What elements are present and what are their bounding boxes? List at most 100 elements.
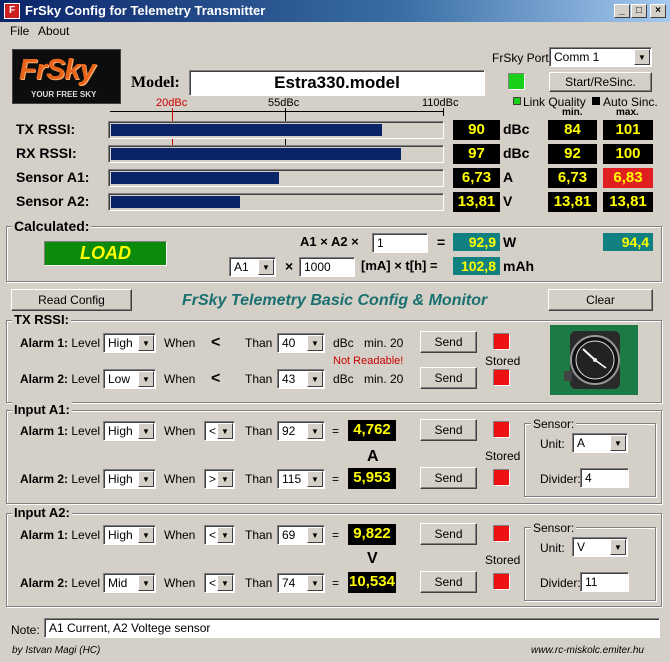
tx-rssi-alarm2-level-select[interactable]: Low ▼ [103, 369, 156, 389]
note-input[interactable]: A1 Current, A2 Voltege sensor [44, 618, 660, 638]
capacity-channel-value: A1 [234, 260, 249, 274]
port-select[interactable]: Comm 1 ▼ [549, 47, 652, 67]
input-a2-alarm2-than-select-value: 74 [282, 576, 296, 590]
input-a2-alarm1-operator-select[interactable]: < ▼ [204, 525, 235, 545]
model-name-field[interactable]: Estra330.model [189, 70, 485, 96]
chevron-down-icon[interactable]: ▼ [138, 371, 154, 387]
tx-rssi-alarm1-label: Alarm 1: Level [20, 336, 100, 350]
factor1-input[interactable]: 1 [372, 233, 428, 253]
reading-bar [108, 169, 444, 187]
input-a1-alarm1-when-label: When [164, 424, 196, 438]
reading-bar-fill [111, 172, 279, 184]
chevron-down-icon[interactable]: ▼ [307, 371, 323, 387]
input-a1-alarm1-operator-select[interactable]: < ▼ [204, 421, 235, 441]
chevron-down-icon[interactable]: ▼ [610, 539, 626, 555]
tx-rssi-alarm1-send-button[interactable]: Send [420, 331, 477, 353]
a1-divider-input[interactable]: 4 [580, 468, 629, 488]
tx-rssi-alarm1-level-select[interactable]: High ▼ [103, 333, 156, 353]
input-a1-alarm2-level-label: Level [71, 472, 101, 486]
input-a2-alarm1-than-label: Than [245, 528, 273, 542]
input-a2-alarm1-when-label: When [164, 528, 196, 542]
factor2-input[interactable]: 1000 [299, 257, 355, 277]
input-a1-alarm2-computed-value: 5,953 [348, 468, 396, 489]
chevron-down-icon[interactable]: ▼ [307, 471, 323, 487]
a1-unit-value: A [577, 436, 586, 450]
input-a2-alarm2-when-label: When [164, 576, 196, 590]
input-a1-alarm2-send-button[interactable]: Send [420, 467, 477, 489]
chevron-down-icon[interactable]: ▼ [138, 335, 154, 351]
input-a2-alarm2-operator-select[interactable]: < ▼ [204, 573, 235, 593]
clear-button[interactable]: Clear [548, 289, 653, 311]
capacity-channel-select[interactable]: A1 ▼ [229, 257, 276, 277]
a2-stored-label: Stored [485, 553, 521, 567]
tx-rssi-alarm1-than-select[interactable]: 40 ▼ [277, 333, 325, 353]
chevron-down-icon[interactable]: ▼ [217, 575, 233, 591]
input-a1-alarm1-than-select[interactable]: 92 ▼ [277, 421, 325, 441]
chevron-down-icon[interactable]: ▼ [610, 435, 626, 451]
menu-file[interactable]: File [10, 24, 29, 38]
chevron-down-icon[interactable]: ▼ [258, 259, 274, 275]
input-a2-alarm1-than-select[interactable]: 69 ▼ [277, 525, 325, 545]
input-a1-alarm2-than-select[interactable]: 115 ▼ [277, 469, 325, 489]
chevron-down-icon[interactable]: ▼ [217, 527, 233, 543]
chevron-down-icon[interactable]: ▼ [138, 471, 154, 487]
frsky-app-icon[interactable]: F [4, 3, 20, 19]
input-a2-alarm2-stored-indicator [493, 573, 510, 590]
input-a1-alarm2-eq: = [332, 472, 340, 486]
window-title: FrSky Config for Telemetry Transmitter [25, 3, 266, 18]
read-config-button[interactable]: Read Config [11, 289, 132, 311]
chevron-down-icon[interactable]: ▼ [307, 527, 323, 543]
menu-about[interactable]: About [38, 24, 69, 38]
tx-rssi-alarm1-than-select-value: 40 [282, 336, 296, 350]
chevron-down-icon[interactable]: ▼ [307, 423, 323, 439]
input-a1-alarm2-operator-select[interactable]: > ▼ [204, 469, 235, 489]
input-a1-alarm2-label: Alarm 2: Level [20, 472, 100, 486]
input-a2-alarm2-level-select[interactable]: Mid ▼ [103, 573, 156, 593]
maximize-button[interactable]: □ [631, 4, 647, 18]
input-a1-title: Input A1: [12, 402, 72, 417]
minimize-button[interactable]: _ [614, 4, 630, 18]
max-header: max. [616, 107, 639, 118]
input-a1-alarm1-level-select[interactable]: High ▼ [103, 421, 156, 441]
input-a1-alarm1-send-button[interactable]: Send [420, 419, 477, 441]
chevron-down-icon[interactable]: ▼ [634, 49, 650, 65]
input-a2-alarm1-send-button[interactable]: Send [420, 523, 477, 545]
a2-divider-input[interactable]: 11 [580, 572, 629, 592]
reading-bar-fill [111, 196, 240, 208]
a1-unit-select[interactable]: A ▼ [572, 433, 628, 453]
reading-max: 100 [603, 144, 653, 164]
resync-button[interactable]: Start/ReSinc. [549, 72, 652, 92]
reading-min: 84 [548, 120, 597, 140]
logo-brand: FrSky [19, 54, 96, 86]
chevron-down-icon[interactable]: ▼ [307, 335, 323, 351]
input-a2-alarm2-than-select[interactable]: 74 ▼ [277, 573, 325, 593]
a2-sensor-title: Sensor: [531, 521, 577, 535]
footer-author: by Istvan Magi (HC) [12, 645, 101, 656]
link-quality-led [513, 97, 521, 105]
input-a1-alarm2-level-select[interactable]: High ▼ [103, 469, 156, 489]
a1-stored-label: Stored [485, 449, 521, 463]
input-a2-alarm1-title: Alarm 1: [20, 528, 69, 542]
chevron-down-icon[interactable]: ▼ [138, 527, 154, 543]
reading-bar [108, 193, 444, 211]
footer-url[interactable]: www.rc-miskolc.emiter.hu [531, 645, 644, 656]
chevron-down-icon[interactable]: ▼ [138, 423, 154, 439]
input-a2-alarm1-level-label: Level [71, 528, 101, 542]
chevron-down-icon[interactable]: ▼ [138, 575, 154, 591]
input-a2-alarm2-send-button[interactable]: Send [420, 571, 477, 593]
tx-rssi-alarm2-send-button[interactable]: Send [420, 367, 477, 389]
close-button[interactable]: × [650, 4, 666, 18]
menu-bar: File About [0, 22, 670, 40]
input-a1-alarm2-when-label: When [164, 472, 196, 486]
reading-max: 101 [603, 120, 653, 140]
tx-rssi-alarm2-than-select[interactable]: 43 ▼ [277, 369, 325, 389]
input-a2-alarm1-level-select[interactable]: High ▼ [103, 525, 156, 545]
chevron-down-icon[interactable]: ▼ [217, 471, 233, 487]
a2-unit-select[interactable]: V ▼ [572, 537, 628, 557]
auto-sinc-led [592, 97, 600, 105]
tx-rssi-alarm1-level-select-value: High [108, 336, 133, 350]
chevron-down-icon[interactable]: ▼ [217, 423, 233, 439]
reading-label: Sensor A1: [16, 169, 90, 185]
chevron-down-icon[interactable]: ▼ [307, 575, 323, 591]
input-a2-alarm2-title: Alarm 2: [20, 576, 69, 590]
